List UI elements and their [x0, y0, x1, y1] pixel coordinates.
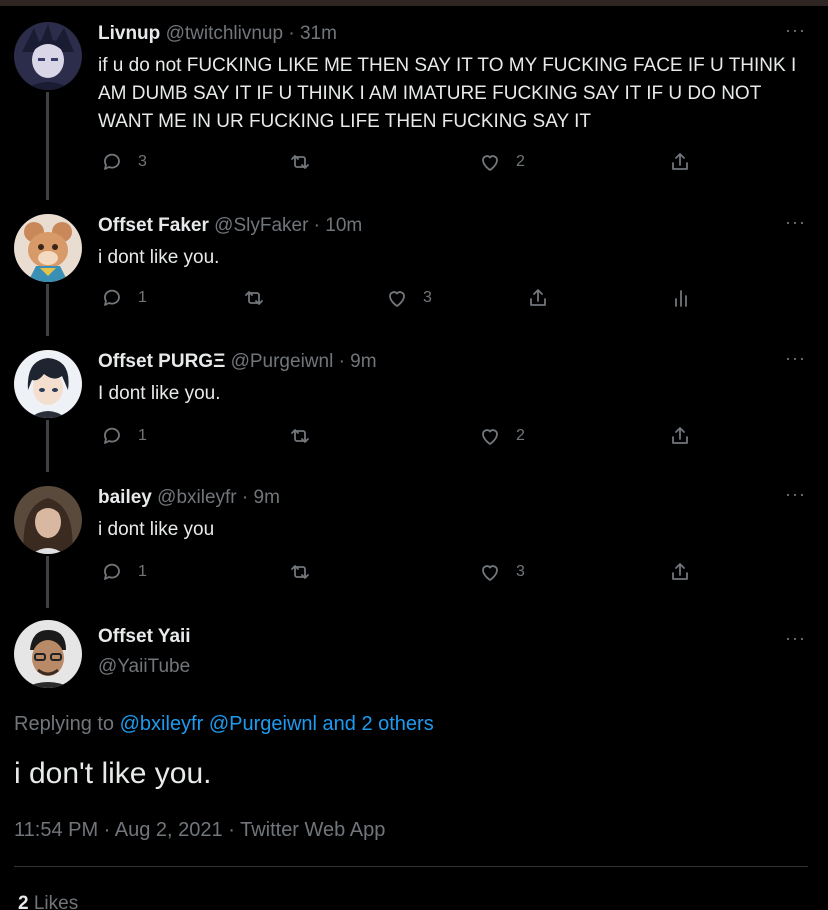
- author-handle[interactable]: @YaiiTube: [98, 656, 190, 678]
- reply-button[interactable]: 1: [100, 560, 147, 584]
- share-icon: [672, 427, 688, 444]
- like-count: 3: [423, 289, 432, 306]
- like-count: 2: [516, 153, 525, 170]
- author-handle[interactable]: @bxileyfr · 9m: [157, 487, 280, 508]
- thread-line: [46, 556, 49, 608]
- avatar[interactable]: [14, 22, 82, 90]
- like-button[interactable]: 2: [478, 424, 525, 448]
- tweet-actions: 3 2: [98, 150, 798, 180]
- retweet-icon: [291, 565, 309, 579]
- tweet-header: Offset Faker @SlyFaker · 10m: [98, 214, 362, 238]
- like-icon: [482, 565, 498, 581]
- replying-links[interactable]: @bxileyfr @Purgeiwnl and 2 others: [120, 713, 434, 735]
- like-count: 3: [516, 563, 525, 580]
- reply-button[interactable]: 3: [100, 150, 147, 174]
- replying-to: Replying to @bxileyfr @Purgeiwnl and 2 o…: [14, 713, 434, 736]
- reply-count: 1: [138, 289, 147, 306]
- share-icon: [530, 289, 546, 306]
- like-count: 2: [516, 427, 525, 444]
- tweet-timestamp[interactable]: 11:54 PM · Aug 2, 2021 · Twitter Web App: [14, 819, 385, 842]
- tweet-text: i dont like you: [98, 519, 215, 540]
- share-icon: [672, 153, 688, 170]
- author-name[interactable]: Offset PURGΞ: [98, 351, 225, 372]
- reply-button[interactable]: 1: [100, 286, 147, 310]
- reply-count: 1: [138, 427, 147, 444]
- retweet-button[interactable]: [288, 560, 312, 584]
- tweet-header: bailey @bxileyfr · 9m: [98, 486, 280, 510]
- analytics-icon: [675, 290, 687, 307]
- author-handle[interactable]: @twitchlivnup · 31m: [166, 23, 337, 44]
- reply-icon: [104, 153, 120, 170]
- avatar[interactable]: [14, 214, 82, 282]
- share-button[interactable]: [668, 424, 692, 448]
- retweet-button[interactable]: [288, 150, 312, 174]
- share-button[interactable]: [526, 286, 550, 310]
- reply-icon: [104, 289, 120, 306]
- like-icon: [389, 291, 405, 307]
- retweet-icon: [291, 155, 309, 169]
- reply-icon: [104, 563, 120, 580]
- likes-summary[interactable]: 2 Likes: [18, 893, 78, 910]
- thread-line: [46, 284, 49, 336]
- window-top-bar: [0, 0, 828, 6]
- tweet-text: i don't like you.: [14, 757, 212, 790]
- retweet-button[interactable]: [288, 424, 312, 448]
- thread-line: [46, 420, 49, 472]
- tweet-actions: 1 3: [98, 560, 798, 590]
- more-icon[interactable]: ···: [785, 20, 806, 41]
- retweet-icon: [291, 429, 309, 443]
- author-handle[interactable]: @Purgeiwnl · 9m: [231, 351, 377, 372]
- tweet-header: Livnup @twitchlivnup · 31m: [98, 22, 337, 46]
- tweet-text: if u do not FUCKING LIKE ME THEN SAY IT …: [98, 55, 797, 132]
- avatar[interactable]: [14, 350, 82, 418]
- tweet-header: Offset PURGΞ @Purgeiwnl · 9m: [98, 350, 377, 374]
- like-button[interactable]: 3: [478, 560, 525, 584]
- analytics-button[interactable]: [669, 286, 693, 310]
- reply-count: 3: [138, 153, 147, 170]
- tweet-actions: 1 3: [98, 286, 798, 316]
- tweet-text: I dont like you.: [98, 383, 221, 404]
- share-button[interactable]: [668, 150, 692, 174]
- like-button[interactable]: 3: [385, 286, 432, 310]
- more-icon[interactable]: ···: [785, 348, 806, 369]
- author-name[interactable]: Offset Yaii: [98, 626, 191, 648]
- like-icon: [482, 429, 498, 445]
- avatar[interactable]: [14, 620, 82, 688]
- divider: [14, 866, 808, 867]
- thread-line: [46, 92, 49, 200]
- avatar[interactable]: [14, 486, 82, 554]
- share-icon: [672, 563, 688, 580]
- reply-count: 1: [138, 563, 147, 580]
- more-icon[interactable]: ···: [785, 212, 806, 233]
- replying-prefix: Replying to: [14, 713, 120, 735]
- author-name[interactable]: Livnup: [98, 23, 160, 44]
- retweet-icon: [245, 291, 263, 305]
- tweet-text: i dont like you.: [98, 247, 220, 268]
- retweet-button[interactable]: [242, 286, 266, 310]
- likes-count: 2: [18, 893, 29, 910]
- author-name[interactable]: bailey: [98, 487, 152, 508]
- more-icon[interactable]: ···: [785, 628, 806, 649]
- author-name[interactable]: Offset Faker: [98, 215, 209, 236]
- tweet-actions: 1 2: [98, 424, 798, 454]
- author-handle[interactable]: @SlyFaker · 10m: [214, 215, 362, 236]
- reply-icon: [104, 427, 120, 444]
- like-button[interactable]: 2: [478, 150, 525, 174]
- reply-button[interactable]: 1: [100, 424, 147, 448]
- likes-label: Likes: [28, 893, 79, 910]
- share-button[interactable]: [668, 560, 692, 584]
- like-icon: [482, 155, 498, 171]
- more-icon[interactable]: ···: [785, 484, 806, 505]
